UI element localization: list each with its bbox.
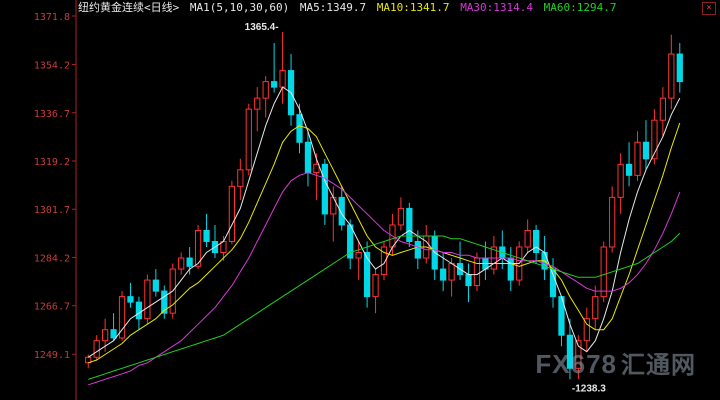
candle-body	[440, 268, 447, 281]
candle-body	[262, 81, 269, 99]
candle-body	[609, 196, 616, 248]
candle-body	[237, 169, 244, 187]
y-tick-label: 1354.2	[34, 61, 70, 72]
y-tick-label: 1319.2	[34, 157, 70, 168]
y-tick-label: 1336.7	[34, 109, 70, 120]
candle-body	[372, 274, 379, 298]
candle-body	[355, 252, 362, 259]
y-tick-label: 1301.7	[34, 205, 70, 216]
candle-body	[186, 257, 193, 267]
candle-body	[178, 257, 185, 270]
y-tick-label: 1266.7	[34, 302, 70, 313]
high-label: 1365.4-	[245, 22, 279, 33]
candle-body	[304, 141, 312, 174]
y-tick-label: 1284.2	[34, 253, 70, 264]
watermark-logo: FX678 汇通网	[535, 345, 696, 380]
low-label: -1238.3	[572, 383, 606, 394]
candle-body	[634, 141, 641, 176]
candle-body	[507, 257, 514, 281]
candle-body	[668, 53, 675, 99]
candle-body	[127, 296, 134, 303]
watermark-text-cn: 汇通网	[621, 352, 696, 379]
ma-line-ma5	[87, 86, 681, 358]
candle-body	[296, 114, 303, 143]
kline-chart[interactable]: 纽约黄金连续<日线> MA1(5,10,30,60) MA5:1349.7 MA…	[0, 0, 720, 400]
candle-body	[465, 274, 472, 287]
candle-body	[617, 163, 624, 198]
candle-body	[271, 81, 278, 88]
candle-body	[642, 141, 650, 160]
candle-body	[245, 108, 252, 171]
candle-body	[110, 329, 117, 339]
y-tick-label: 1371.8	[34, 12, 70, 23]
candle-body	[102, 329, 109, 342]
candle-body	[397, 207, 405, 226]
candle-body	[330, 196, 337, 215]
candle-body	[549, 268, 557, 298]
candle-body	[524, 229, 531, 248]
candle-body	[254, 97, 261, 110]
candle-body	[473, 257, 481, 287]
candle-body	[313, 163, 320, 174]
candle-body	[448, 263, 455, 281]
candle-body	[659, 97, 666, 121]
candle-body	[93, 340, 100, 358]
candle-body	[625, 163, 633, 176]
candle-body	[363, 252, 371, 298]
candle-body	[532, 229, 540, 254]
y-tick-label: 1249.1	[34, 350, 70, 361]
plot-area: 1371.8 1354.2 1336.7 1319.2 1301.7 1284.2 1266…	[34, 0, 683, 400]
candle-body	[676, 53, 683, 83]
candle-body	[414, 240, 421, 259]
candle-body	[406, 207, 413, 242]
candle-body	[203, 229, 210, 242]
watermark-text: FX678	[535, 349, 617, 379]
candle-body	[135, 301, 143, 320]
candle-body	[592, 296, 599, 320]
candle-body	[228, 185, 236, 242]
candle-body	[600, 246, 607, 298]
candle-body	[279, 70, 286, 88]
candle-body	[144, 279, 151, 320]
candle-body	[152, 279, 159, 292]
candle-body	[321, 163, 328, 215]
